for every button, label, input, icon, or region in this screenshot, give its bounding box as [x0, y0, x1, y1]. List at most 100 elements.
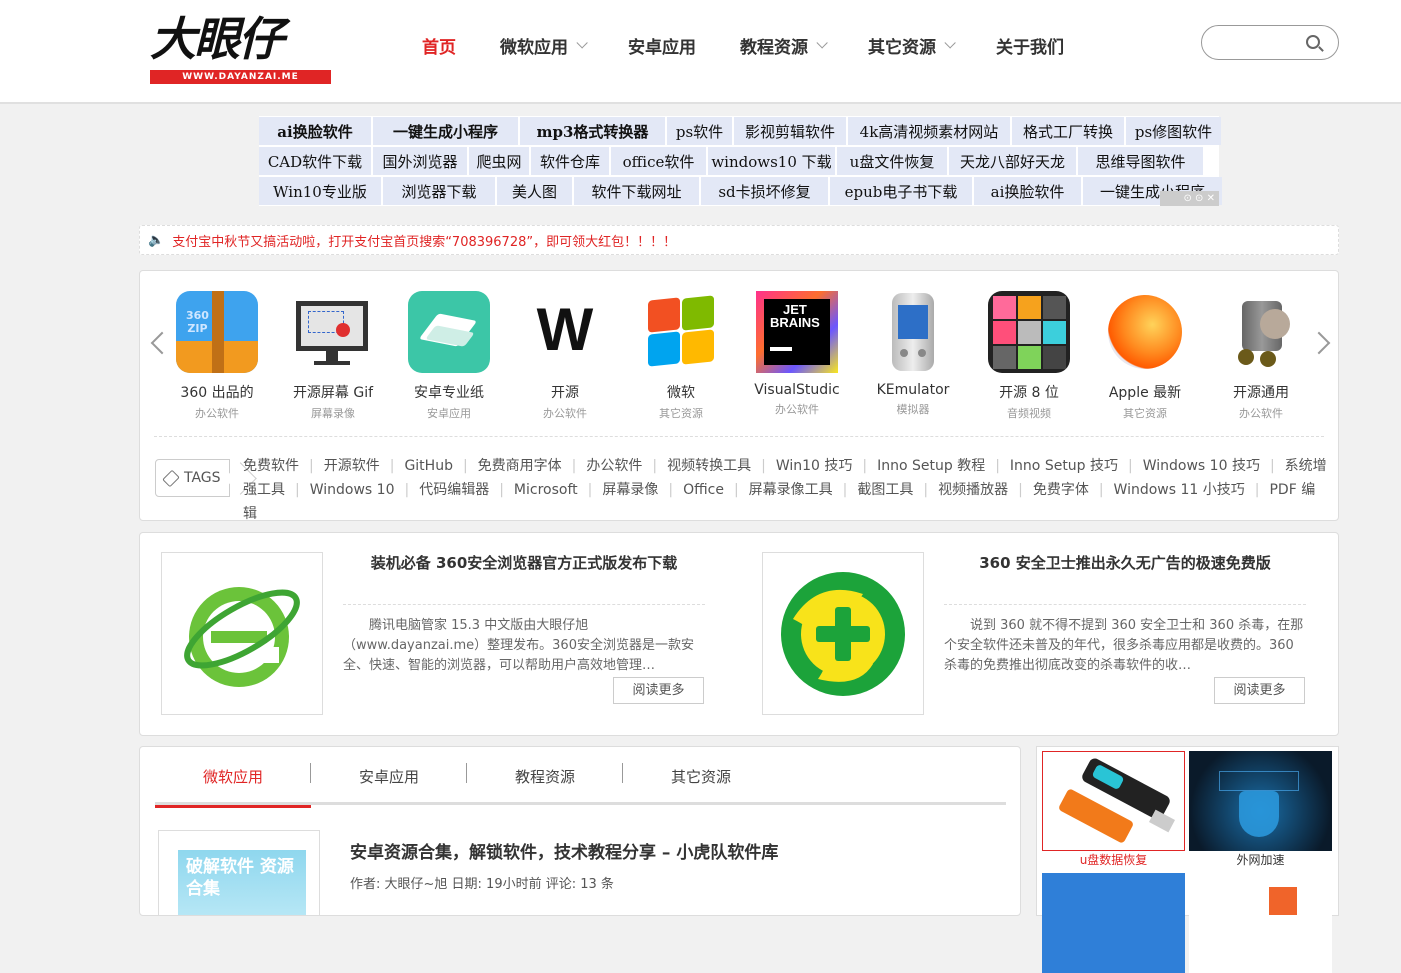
- chevron-down-icon: [816, 37, 828, 49]
- ad-link[interactable]: u盘文件恢复: [837, 147, 947, 175]
- featured-title[interactable]: 装机必备 360安全浏览器官方正式版发布下载: [343, 552, 705, 573]
- ad-link[interactable]: 爬虫网: [469, 147, 529, 175]
- tag-link[interactable]: Inno Setup 教程: [877, 458, 985, 474]
- app-title: 360 出品的: [180, 385, 254, 401]
- ad-link[interactable]: ps修图软件: [1126, 117, 1221, 145]
- nav-other-resources[interactable]: 其它资源: [846, 22, 974, 68]
- read-more-button[interactable]: 阅读更多: [1214, 677, 1305, 704]
- ad-link[interactable]: 国外浏览器: [373, 147, 467, 175]
- app-category: 其它资源: [659, 407, 703, 420]
- ad-link[interactable]: 天龙八部好天龙: [949, 147, 1076, 175]
- ad-link[interactable]: 影视剪辑软件: [734, 117, 846, 145]
- tag-link[interactable]: 免费软件: [243, 458, 299, 474]
- tag-link[interactable]: 截图工具: [857, 482, 913, 498]
- tag-link[interactable]: 屏幕录像: [602, 482, 658, 498]
- tag-link[interactable]: 开源软件: [324, 458, 380, 474]
- notice-text[interactable]: 支付宝中秋节又搞活动啦，打开支付宝首页搜索“708396728”，即可领大红包！…: [172, 231, 676, 250]
- search-icon[interactable]: [1306, 35, 1320, 49]
- ad-link[interactable]: sd卡损坏修复: [701, 177, 828, 205]
- tag-link[interactable]: 视频转换工具: [667, 458, 751, 474]
- tag-link[interactable]: 屏幕录像工具: [749, 482, 833, 498]
- nav-about[interactable]: 关于我们: [974, 22, 1086, 68]
- tab-android-apps[interactable]: 安卓应用: [311, 747, 467, 805]
- ad-close-button[interactable]: ⊙ ⊙ ✕: [1160, 191, 1219, 206]
- nav-microsoft-apps[interactable]: 微软应用: [478, 22, 606, 68]
- post-title[interactable]: 安卓资源合集，解锁软件，技术教程分享 – 小虎队软件库: [350, 838, 778, 863]
- security-360-thumbnail[interactable]: [762, 552, 924, 715]
- divider: [154, 436, 1324, 437]
- ad-link[interactable]: 浏览器下载: [383, 177, 495, 205]
- carousel-app[interactable]: KEmulator 模拟器: [855, 291, 971, 417]
- nav-tutorials[interactable]: 教程资源: [718, 22, 846, 68]
- sidebar-item[interactable]: [1042, 873, 1185, 973]
- ad-link[interactable]: windows10 下载: [708, 147, 835, 175]
- nav-home[interactable]: 首页: [400, 22, 478, 68]
- category-tabs: 微软应用 安卓应用 教程资源 其它资源: [155, 747, 1006, 808]
- tab-label: 微软应用: [202, 767, 263, 786]
- ad-link[interactable]: ai换脸软件: [974, 177, 1081, 205]
- carousel-app[interactable]: 安卓专业纸 安卓应用: [391, 291, 507, 421]
- ad-link[interactable]: 一键生成小程序: [373, 117, 518, 145]
- tag-link[interactable]: 免费商用字体: [478, 458, 562, 474]
- 360zip-icon: 360 ZIP: [176, 291, 258, 373]
- tab-other-resources[interactable]: 其它资源: [623, 747, 779, 805]
- ad-link[interactable]: 思维导图软件: [1078, 147, 1203, 175]
- ie-logo-icon: [184, 586, 300, 687]
- carousel-app[interactable]: 微软 其它资源: [623, 291, 739, 421]
- sidebar-item[interactable]: [1189, 873, 1332, 973]
- browser-360-thumbnail[interactable]: [161, 552, 323, 715]
- tag-link[interactable]: Office: [683, 482, 724, 498]
- carousel-app[interactable]: W 开源 办公软件: [507, 291, 623, 421]
- tag-link[interactable]: 办公软件: [586, 458, 642, 474]
- tab-microsoft-apps[interactable]: 微软应用: [155, 747, 311, 808]
- tag-link[interactable]: GitHub: [404, 458, 453, 474]
- squirrel-icon: [1220, 291, 1302, 373]
- ad-link[interactable]: ai换脸软件: [259, 117, 371, 145]
- search-input[interactable]: [1214, 32, 1304, 54]
- tag-separator: |: [668, 482, 674, 498]
- carousel-app[interactable]: JET BRAINS VisualStudic 办公软件: [739, 291, 855, 417]
- ad-link[interactable]: 软件下载网址: [574, 177, 699, 205]
- tag-separator: |: [462, 458, 468, 474]
- carousel-app[interactable]: 开源通用 办公软件: [1203, 291, 1319, 421]
- tag-link[interactable]: Windows 11 小技巧: [1114, 482, 1245, 498]
- tab-label: 教程资源: [514, 767, 575, 786]
- ad-link[interactable]: 美人图: [497, 177, 572, 205]
- sidebar-item[interactable]: 外网加速: [1189, 751, 1332, 869]
- tag-link[interactable]: Inno Setup 技巧: [1010, 458, 1118, 474]
- carousel-app[interactable]: 开源 8 位 音频视频: [971, 291, 1087, 421]
- ad-link[interactable]: 软件仓库: [531, 147, 609, 175]
- ad-link[interactable]: office软件: [611, 147, 706, 175]
- carousel-app[interactable]: Apple 最新 其它资源: [1087, 291, 1203, 421]
- tag-link[interactable]: 代码编辑器: [419, 482, 489, 498]
- tag-separator: |: [1269, 458, 1275, 474]
- tag-separator: |: [733, 482, 739, 498]
- ad-link-grid: ai换脸软件 一键生成小程序 mp3格式转换器 ps软件 影视剪辑软件 4k高清…: [259, 116, 1222, 206]
- carousel-app[interactable]: 360 ZIP 360 出品的 办公软件: [159, 291, 275, 421]
- tags-label: TAGS: [155, 459, 230, 497]
- site-logo[interactable]: 大眼仔 WWW.DAYANZAI.ME: [150, 10, 332, 86]
- ad-link[interactable]: mp3格式转换器: [520, 117, 665, 145]
- tag-link[interactable]: Win10 技巧: [776, 458, 853, 474]
- read-more-button[interactable]: 阅读更多: [613, 677, 704, 704]
- nav-android-apps[interactable]: 安卓应用: [606, 22, 718, 68]
- post-thumbnail[interactable]: 破解软件 资源合集: [158, 830, 320, 915]
- featured-title[interactable]: 360 安全卫士推出永久无广告的极速免费版: [944, 552, 1306, 573]
- ad-link[interactable]: 格式工厂转换: [1012, 117, 1124, 145]
- sidebar-item[interactable]: u盘数据恢复: [1042, 751, 1185, 869]
- tag-separator: |: [389, 458, 395, 474]
- ad-link[interactable]: ps软件: [667, 117, 732, 145]
- tag-link[interactable]: Microsoft: [514, 482, 578, 498]
- tab-tutorials[interactable]: 教程资源: [467, 747, 623, 805]
- ad-link[interactable]: 4k高清视频素材网站: [848, 117, 1010, 145]
- tag-link[interactable]: Windows 10 技巧: [1143, 458, 1260, 474]
- app-title: VisualStudic: [754, 382, 840, 398]
- ad-link[interactable]: epub电子书下载: [830, 177, 972, 205]
- featured-description: 说到 360 就不得不提到 360 安全卫士和 360 杀毒，在那个安全软件还未…: [944, 618, 1304, 673]
- ad-link[interactable]: Win10专业版: [259, 177, 381, 205]
- tag-link[interactable]: 视频播放器: [938, 482, 1008, 498]
- tag-link[interactable]: Windows 10: [310, 482, 395, 498]
- carousel-app[interactable]: 开源屏幕 Gif 屏幕录像: [275, 291, 391, 421]
- ad-link[interactable]: CAD软件下载: [259, 147, 371, 175]
- tag-link[interactable]: 免费字体: [1033, 482, 1089, 498]
